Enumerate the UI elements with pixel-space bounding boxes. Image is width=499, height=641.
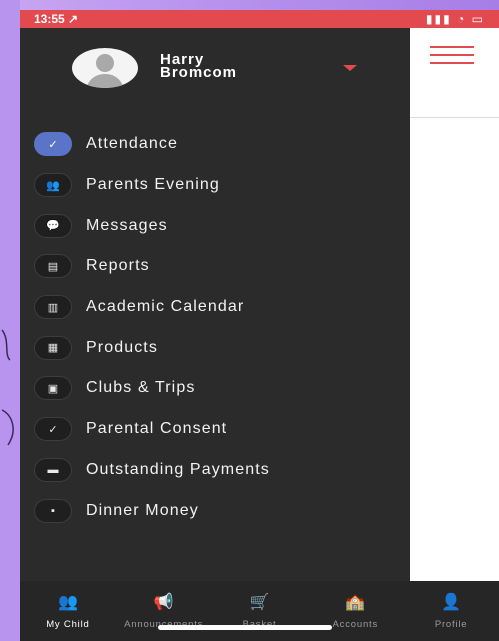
menu-item-label: Outstanding Payments — [86, 460, 270, 478]
bus-icon: ▣ — [34, 376, 72, 401]
menu-item-label: Parental Consent — [86, 420, 228, 438]
menu-item-reports[interactable]: ▤ Reports — [20, 246, 410, 287]
menu-item-parental-consent[interactable]: ✓ Parental Consent — [20, 409, 410, 450]
navigation-drawer: Harry Bromcom ✓ Attendance 👥 Parents Eve… — [20, 28, 410, 591]
content-header — [410, 28, 499, 118]
chevron-down-icon[interactable] — [343, 65, 357, 71]
tick-icon: ✓ — [34, 417, 72, 442]
tab-label: My Child — [46, 618, 90, 630]
main-content-panel — [410, 28, 499, 591]
menu-item-attendance[interactable]: ✓ Attendance — [20, 124, 410, 165]
profile-header[interactable]: Harry Bromcom — [20, 28, 410, 118]
menu-item-label: Attendance — [86, 135, 178, 153]
menu-item-label: Parents Evening — [86, 176, 220, 194]
menu-item-label: Clubs & Trips — [86, 379, 196, 397]
home-indicator[interactable] — [158, 625, 332, 630]
menu-item-academic-calendar[interactable]: ▥ Academic Calendar — [20, 287, 410, 328]
wallet-icon: ▪ — [34, 498, 72, 523]
people-icon: 👥 — [34, 173, 72, 198]
tab-basket[interactable]: 🛒 Basket — [212, 581, 308, 641]
menu-item-dinner-money[interactable]: ▪ Dinner Money — [20, 490, 410, 531]
menu-item-label: Products — [86, 338, 158, 356]
menu-item-outstanding-payments[interactable]: ▬ Outstanding Payments — [20, 450, 410, 491]
menu-item-products[interactable]: ▦ Products — [20, 327, 410, 368]
bottom-tab-bar: 👥 My Child 📢 Announcements 🛒 Basket 🏫 Ac… — [20, 581, 499, 641]
menu-item-label: Dinner Money — [86, 501, 199, 519]
menu-item-messages[interactable]: 💬 Messages — [20, 205, 410, 246]
profile-name: Harry Bromcom — [160, 52, 238, 81]
decorative-scribble — [1, 329, 14, 446]
people-icon: 👥 — [57, 593, 78, 611]
tab-profile[interactable]: 👤 Profile — [403, 581, 499, 641]
status-indicators: ▮▮▮ ◔ ▭ — [425, 12, 485, 26]
menu-item-clubs-trips[interactable]: ▣ Clubs & Trips — [20, 368, 410, 409]
menu-item-label: Reports — [86, 257, 150, 275]
avatar — [72, 48, 138, 88]
shop-icon: ▦ — [34, 335, 72, 360]
hamburger-menu-icon[interactable] — [430, 46, 474, 70]
menu-item-label: Academic Calendar — [86, 298, 245, 316]
tab-accounts[interactable]: 🏫 Accounts — [307, 581, 403, 641]
user-icon: 👤 — [441, 593, 462, 611]
status-bar: 13:55 ↗ ▮▮▮ ◔ ▭ — [20, 10, 499, 28]
megaphone-icon: 📢 — [153, 593, 174, 611]
tab-announcements[interactable]: 📢 Announcements — [116, 581, 212, 641]
check-icon: ✓ — [34, 132, 72, 157]
school-icon: 🏫 — [345, 593, 366, 611]
card-icon: ▬ — [34, 457, 72, 482]
phone-screen: 13:55 ↗ ▮▮▮ ◔ ▭ Harry Bromcom ✓ Attendan… — [20, 10, 499, 641]
profile-last-name: Bromcom — [160, 64, 238, 81]
cart-icon: 🛒 — [249, 593, 270, 611]
menu-item-parents-evening[interactable]: 👥 Parents Evening — [20, 165, 410, 206]
tab-label: Profile — [434, 618, 468, 630]
calendar-icon: ▥ — [34, 295, 72, 320]
report-icon: ▤ — [34, 254, 72, 279]
status-time: 13:55 ↗ — [34, 12, 79, 26]
tab-label: Accounts — [332, 618, 379, 630]
chat-icon: 💬 — [34, 213, 72, 238]
tab-my-child[interactable]: 👥 My Child — [20, 581, 116, 641]
menu-item-label: Messages — [86, 216, 168, 234]
drawer-menu: ✓ Attendance 👥 Parents Evening 💬 Message… — [20, 124, 410, 531]
